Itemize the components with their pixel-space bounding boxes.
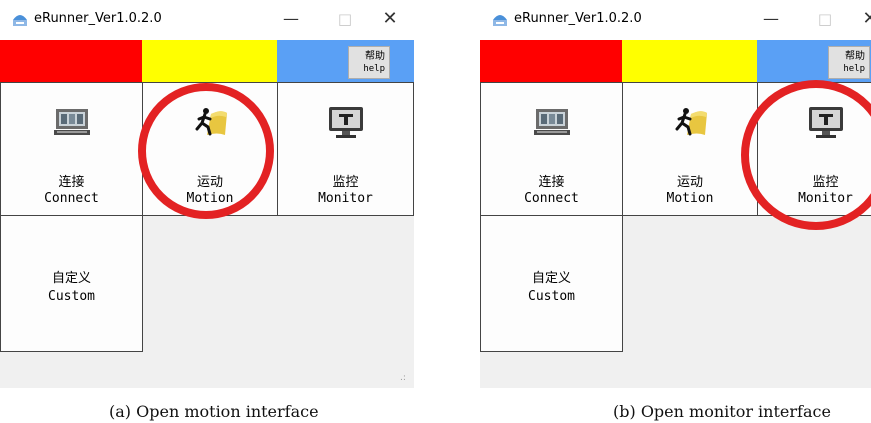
custom-label-en: Custom xyxy=(48,289,95,304)
monitor-label-en: Monitor xyxy=(318,191,373,206)
computer-icon xyxy=(533,109,570,135)
custom-label-zh: 自定义 xyxy=(531,271,571,286)
panel-a: eRunner_Ver1.0.2.0 — □ ✕ 帮助 help 连接 Conn… xyxy=(0,0,414,392)
connect-label-zh: 连接 xyxy=(538,175,565,190)
app-icon xyxy=(13,15,27,26)
monitor-label-zh: 监控 xyxy=(332,175,359,190)
status-bar-red xyxy=(0,40,142,82)
close-button[interactable]: ✕ xyxy=(376,7,404,31)
help-button[interactable]: 帮助 help xyxy=(828,46,870,79)
monitor-icon xyxy=(328,107,363,138)
panel-b: eRunner_Ver1.0.2.0 — □ ✕ 帮助 help 连接 Conn… xyxy=(480,0,871,392)
title-bar[interactable]: eRunner_Ver1.0.2.0 — □ ✕ xyxy=(480,0,871,40)
connect-button[interactable]: 连接 Connect xyxy=(480,82,623,216)
custom-button[interactable]: 自定义 Custom xyxy=(480,215,623,352)
monitor-button[interactable]: 监控 Monitor xyxy=(277,82,414,216)
status-bar-yellow xyxy=(142,40,277,82)
computer-icon xyxy=(53,109,90,135)
maximize-button[interactable]: □ xyxy=(811,7,839,31)
app-icon xyxy=(493,15,507,26)
help-button[interactable]: 帮助 help xyxy=(348,46,390,79)
title-bar[interactable]: eRunner_Ver1.0.2.0 — □ ✕ xyxy=(0,0,414,40)
close-button[interactable]: ✕ xyxy=(856,7,871,31)
connect-button[interactable]: 连接 Connect xyxy=(0,82,143,216)
custom-button[interactable]: 自定义 Custom xyxy=(0,215,143,352)
resize-grip[interactable]: .: xyxy=(400,373,406,383)
maximize-button[interactable]: □ xyxy=(331,7,359,31)
help-label-zh: 帮助 xyxy=(365,51,385,62)
motion-label-zh: 运动 xyxy=(676,175,703,190)
motion-highlight-circle xyxy=(138,83,274,219)
connect-label-en: Connect xyxy=(44,191,99,206)
window-title: eRunner_Ver1.0.2.0 xyxy=(514,11,642,26)
help-label-en: help xyxy=(843,64,865,74)
caption-b: (b) Open monitor interface xyxy=(613,402,831,421)
motion-label-en: Motion xyxy=(666,191,714,206)
minimize-button[interactable]: — xyxy=(277,7,305,31)
custom-label-zh: 自定义 xyxy=(51,271,91,286)
help-label-en: help xyxy=(363,64,385,74)
help-label-zh: 帮助 xyxy=(845,51,865,62)
motion-button[interactable]: 运动 Motion xyxy=(622,82,758,216)
connect-label-en: Connect xyxy=(524,191,579,206)
window-title: eRunner_Ver1.0.2.0 xyxy=(34,11,162,26)
caption-a: (a) Open motion interface xyxy=(109,402,319,421)
custom-label-en: Custom xyxy=(528,289,575,304)
status-bar-yellow xyxy=(622,40,757,82)
connect-label-zh: 连接 xyxy=(58,175,85,190)
running-man-icon xyxy=(675,108,707,136)
minimize-button[interactable]: — xyxy=(757,7,785,31)
status-bar-red xyxy=(480,40,622,82)
status-bar-blue xyxy=(277,40,414,82)
